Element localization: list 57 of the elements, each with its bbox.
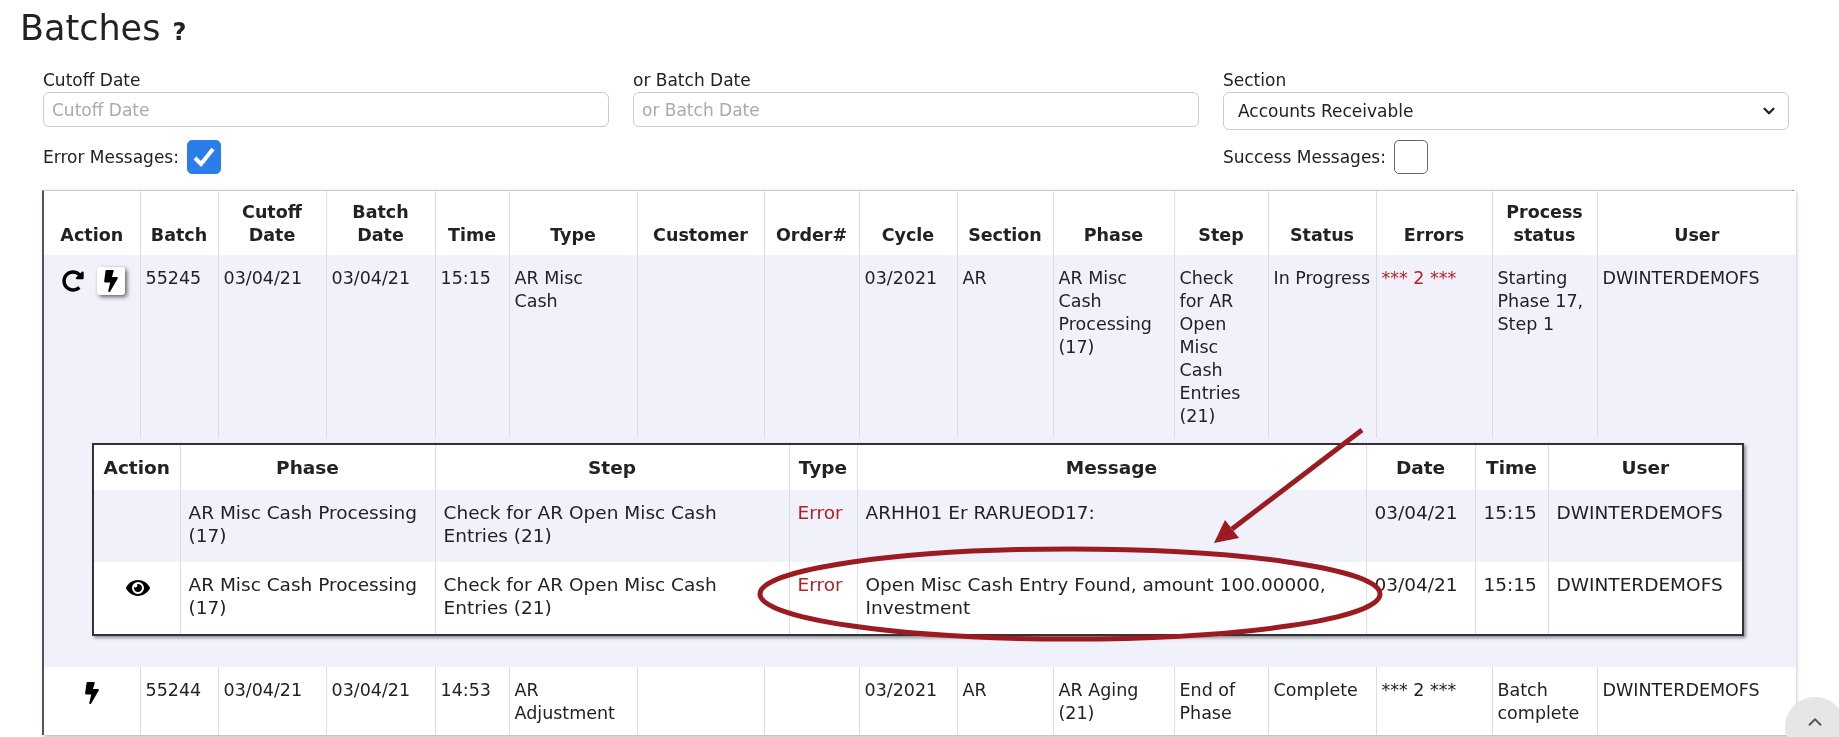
column-header: Action bbox=[44, 191, 140, 255]
message-cell: Check for AR Open Misc Cash Entries (21) bbox=[435, 562, 789, 635]
column-header: Status bbox=[1268, 191, 1376, 255]
column-header: Batch bbox=[140, 191, 218, 255]
section-cell: AR bbox=[957, 667, 1053, 735]
field-label: Section bbox=[1223, 70, 1288, 90]
column-header: Batch Date bbox=[326, 191, 435, 255]
column-header: Order# bbox=[764, 191, 859, 255]
column-header: Errors bbox=[1376, 191, 1492, 255]
section-select[interactable]: Accounts Receivable bbox=[1223, 92, 1789, 130]
error-messages-checkbox[interactable] bbox=[186, 140, 221, 174]
checkbox-label: Success Messages: bbox=[1223, 147, 1386, 167]
cutoff-date-input[interactable]: Cutoff Date bbox=[43, 92, 609, 127]
process-status-cell: Batch complete bbox=[1492, 667, 1597, 735]
help-link[interactable]: ? bbox=[172, 18, 187, 46]
phase-cell: AR Aging (21) bbox=[1053, 667, 1174, 735]
errors-cell: *** 2 *** bbox=[1376, 667, 1492, 735]
run-button[interactable] bbox=[96, 267, 125, 295]
column-header: Phase bbox=[1053, 191, 1174, 255]
page-title: Batches bbox=[20, 8, 161, 48]
column-header: Type bbox=[789, 444, 857, 490]
message-cell: AR Misc Cash Processing (17) bbox=[180, 562, 435, 635]
column-header: Step bbox=[1174, 191, 1268, 255]
column-header: Type bbox=[509, 191, 637, 255]
cycle-cell: 03/2021 bbox=[859, 667, 957, 735]
status-cell: Complete bbox=[1268, 667, 1376, 735]
time-cell: 14:53 bbox=[435, 667, 509, 735]
step-cell: End of Phase bbox=[1174, 667, 1268, 735]
success-messages-checkbox[interactable] bbox=[1393, 140, 1428, 174]
column-header: Action bbox=[93, 444, 180, 490]
column-header: Phase bbox=[180, 444, 435, 490]
column-header: Process status bbox=[1492, 191, 1597, 255]
message-cell: 03/04/21 bbox=[1366, 562, 1475, 635]
message-cell: DWINTERDEMOFS bbox=[1548, 562, 1743, 635]
column-header: Section bbox=[957, 191, 1053, 255]
message-cell: Open Misc Cash Entry Found, amount 100.00000, Investment bbox=[857, 562, 1366, 635]
column-header: Step bbox=[435, 444, 789, 490]
field-label: or Batch Date bbox=[633, 70, 752, 90]
cutoff-date-cell: 03/04/21 bbox=[218, 667, 326, 735]
column-header: Time bbox=[435, 191, 509, 255]
column-header: Customer bbox=[637, 191, 764, 255]
column-header: Message bbox=[857, 444, 1366, 490]
column-header: User bbox=[1548, 444, 1743, 490]
batch-number-cell: 55244 bbox=[140, 667, 218, 735]
message-cell: Error bbox=[789, 562, 857, 635]
checkbox-label: Error Messages: bbox=[43, 147, 179, 167]
batch-date-input[interactable]: or Batch Date bbox=[633, 92, 1199, 127]
column-header: Cycle bbox=[859, 191, 957, 255]
type-cell: AR Adjustment bbox=[509, 667, 637, 735]
field-label: Cutoff Date bbox=[43, 70, 142, 90]
column-header: Date bbox=[1366, 444, 1475, 490]
column-header: User bbox=[1597, 191, 1796, 255]
checkmark-icon bbox=[191, 146, 216, 168]
batch-date-cell: 03/04/21 bbox=[326, 667, 435, 735]
column-header: Time bbox=[1475, 444, 1548, 490]
message-cell: 15:15 bbox=[1475, 562, 1548, 635]
column-header: Cutoff Date bbox=[218, 191, 326, 255]
